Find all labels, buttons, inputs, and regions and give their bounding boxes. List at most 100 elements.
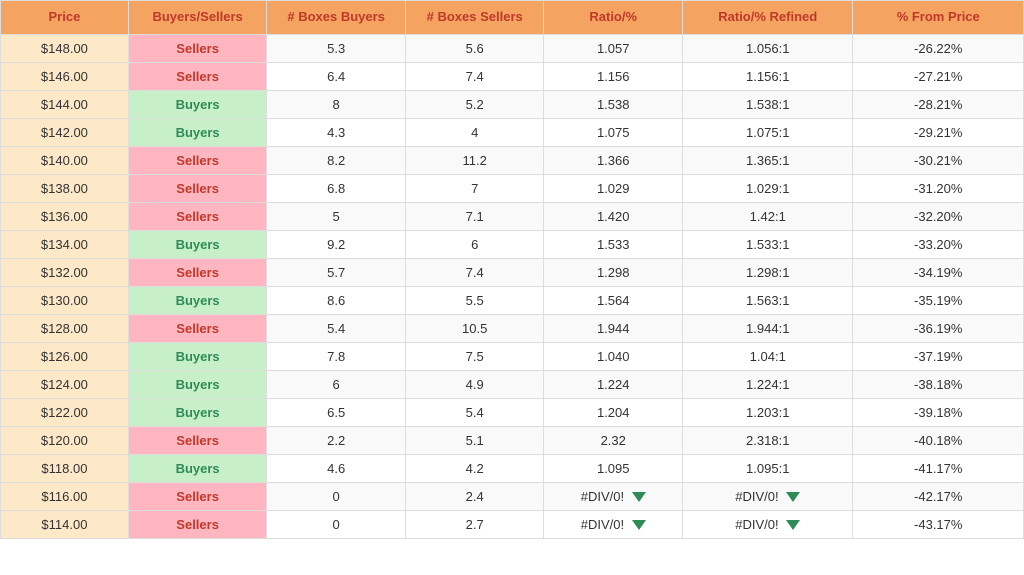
ratio-cell: 1.204 [544,398,683,426]
type-cell: Sellers [128,426,267,454]
from-price-cell: -33.20% [853,230,1024,258]
type-cell: Sellers [128,510,267,538]
boxes-sellers-cell: 11.2 [405,146,544,174]
boxes-sellers-cell: 6 [405,230,544,258]
type-cell: Buyers [128,342,267,370]
boxes-sellers-cell: 7.1 [405,202,544,230]
table-row: $138.00Sellers6.871.0291.029:1-31.20% [1,174,1024,202]
price-cell: $134.00 [1,230,129,258]
type-cell: Buyers [128,398,267,426]
price-cell: $128.00 [1,314,129,342]
ratio-cell: 1.564 [544,286,683,314]
price-cell: $130.00 [1,286,129,314]
from-price-cell: -26.22% [853,34,1024,62]
ratio-cell: 1.156 [544,62,683,90]
ratio-refined-cell: 1.365:1 [682,146,853,174]
price-cell: $114.00 [1,510,129,538]
type-cell: Sellers [128,202,267,230]
table-row: $130.00Buyers8.65.51.5641.563:1-35.19% [1,286,1024,314]
boxes-buyers-cell: 8.6 [267,286,406,314]
table-row: $136.00Sellers57.11.4201.42:1-32.20% [1,202,1024,230]
from-price-cell: -37.19% [853,342,1024,370]
price-cell: $124.00 [1,370,129,398]
price-cell: $126.00 [1,342,129,370]
type-cell: Buyers [128,230,267,258]
boxes-buyers-cell: 8.2 [267,146,406,174]
price-cell: $138.00 [1,174,129,202]
boxes-sellers-cell: 5.4 [405,398,544,426]
boxes-buyers-cell: 5.4 [267,314,406,342]
table-row: $116.00Sellers02.4#DIV/0! #DIV/0! -42.17… [1,482,1024,510]
header-buyers-sellers: Buyers/Sellers [128,1,267,35]
from-price-cell: -28.21% [853,90,1024,118]
price-cell: $146.00 [1,62,129,90]
ratio-refined-cell: 1.533:1 [682,230,853,258]
from-price-cell: -30.21% [853,146,1024,174]
ratio-refined-cell: 1.944:1 [682,314,853,342]
price-cell: $120.00 [1,426,129,454]
ratio-refined-cell: 1.056:1 [682,34,853,62]
table-row: $144.00Buyers85.21.5381.538:1-28.21% [1,90,1024,118]
boxes-buyers-cell: 5.3 [267,34,406,62]
ratio-cell: 1.366 [544,146,683,174]
error-indicator [632,520,646,530]
header-from-price: % From Price [853,1,1024,35]
boxes-sellers-cell: 5.1 [405,426,544,454]
ratio-cell: 1.057 [544,34,683,62]
table-row: $114.00Sellers02.7#DIV/0! #DIV/0! -43.17… [1,510,1024,538]
from-price-cell: -39.18% [853,398,1024,426]
boxes-buyers-cell: 5 [267,202,406,230]
table-row: $134.00Buyers9.261.5331.533:1-33.20% [1,230,1024,258]
type-cell: Buyers [128,454,267,482]
ratio-cell: #DIV/0! [544,510,683,538]
header-price: Price [1,1,129,35]
table-row: $142.00Buyers4.341.0751.075:1-29.21% [1,118,1024,146]
price-cell: $116.00 [1,482,129,510]
boxes-buyers-cell: 9.2 [267,230,406,258]
type-cell: Sellers [128,314,267,342]
ratio-refined-cell: 1.156:1 [682,62,853,90]
price-cell: $148.00 [1,34,129,62]
table-row: $126.00Buyers7.87.51.0401.04:1-37.19% [1,342,1024,370]
header-boxes-buyers: # Boxes Buyers [267,1,406,35]
boxes-sellers-cell: 5.5 [405,286,544,314]
table-row: $132.00Sellers5.77.41.2981.298:1-34.19% [1,258,1024,286]
boxes-sellers-cell: 5.2 [405,90,544,118]
ratio-refined-cell: 1.04:1 [682,342,853,370]
boxes-sellers-cell: 4.2 [405,454,544,482]
header-ratio-refined: Ratio/% Refined [682,1,853,35]
type-cell: Sellers [128,174,267,202]
boxes-sellers-cell: 2.4 [405,482,544,510]
boxes-buyers-cell: 0 [267,482,406,510]
ratio-refined-cell: 1.075:1 [682,118,853,146]
from-price-cell: -35.19% [853,286,1024,314]
price-cell: $132.00 [1,258,129,286]
price-cell: $142.00 [1,118,129,146]
from-price-cell: -40.18% [853,426,1024,454]
boxes-sellers-cell: 2.7 [405,510,544,538]
ratio-refined-cell: 1.224:1 [682,370,853,398]
from-price-cell: -43.17% [853,510,1024,538]
table-row: $146.00Sellers6.47.41.1561.156:1-27.21% [1,62,1024,90]
from-price-cell: -36.19% [853,314,1024,342]
price-cell: $122.00 [1,398,129,426]
error-indicator [632,492,646,502]
from-price-cell: -38.18% [853,370,1024,398]
type-cell: Sellers [128,482,267,510]
ratio-refined-cell: 1.42:1 [682,202,853,230]
boxes-buyers-cell: 6.8 [267,174,406,202]
boxes-buyers-cell: 7.8 [267,342,406,370]
boxes-buyers-cell: 4.3 [267,118,406,146]
table-row: $128.00Sellers5.410.51.9441.944:1-36.19% [1,314,1024,342]
ratio-cell: #DIV/0! [544,482,683,510]
table-row: $148.00Sellers5.35.61.0571.056:1-26.22% [1,34,1024,62]
ratio-cell: 1.538 [544,90,683,118]
main-table: Price Buyers/Sellers # Boxes Buyers # Bo… [0,0,1024,539]
price-cell: $136.00 [1,202,129,230]
boxes-buyers-cell: 6.4 [267,62,406,90]
from-price-cell: -41.17% [853,454,1024,482]
ratio-cell: 1.029 [544,174,683,202]
price-cell: $118.00 [1,454,129,482]
boxes-buyers-cell: 6 [267,370,406,398]
table-row: $118.00Buyers4.64.21.0951.095:1-41.17% [1,454,1024,482]
